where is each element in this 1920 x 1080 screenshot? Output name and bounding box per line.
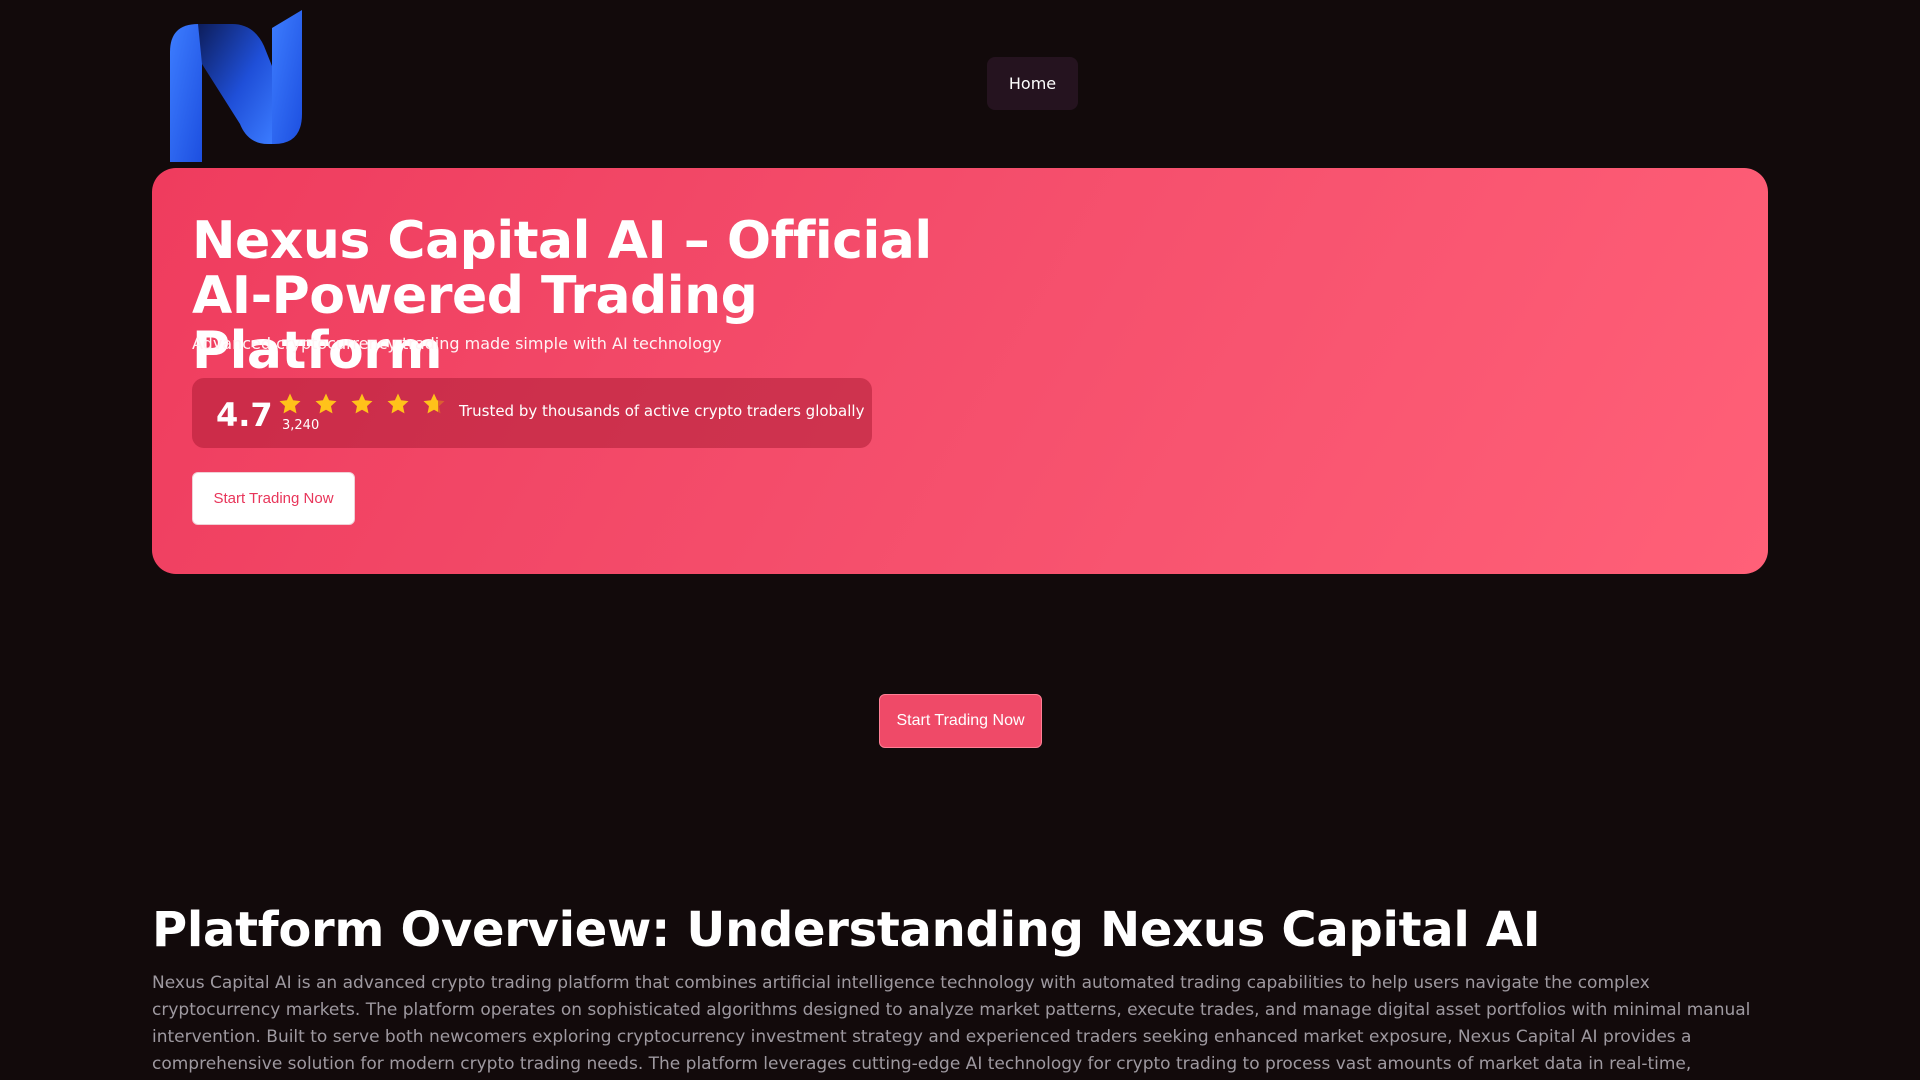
star-icon xyxy=(315,393,337,414)
nav-home-label: Home xyxy=(1008,74,1057,93)
hero-start-trading-button[interactable]: Start Trading Now xyxy=(192,472,355,525)
trust-text: Trusted by thousands of active crypto tr… xyxy=(459,402,865,420)
overview-title: Platform Overview: Understanding Nexus C… xyxy=(152,902,1541,958)
star-half-icon xyxy=(423,393,445,414)
start-trading-button[interactable]: Start Trading Now xyxy=(879,694,1042,748)
star-icon xyxy=(279,393,301,414)
star-icon xyxy=(387,393,409,414)
star-icon xyxy=(351,393,373,414)
rating-score: 4.7 xyxy=(216,396,273,434)
hero-title: Nexus Capital AI – Official AI-Powered T… xyxy=(192,211,932,381)
hero-banner: Nexus Capital AI – Official AI-Powered T… xyxy=(152,168,1768,574)
overview-text: Nexus Capital AI is an advanced crypto t… xyxy=(152,973,1751,1074)
page: Home Nexus Capital AI – Official AI-Powe… xyxy=(0,0,1920,1080)
hero-subtitle: Advanced cryptocurrency trading made sim… xyxy=(192,334,722,353)
rating-box: 4.7 3,240 Trusted by thousands of active… xyxy=(192,378,872,448)
n-logo-icon[interactable] xyxy=(168,6,304,162)
rating-stars xyxy=(278,392,446,416)
nav-home[interactable]: Home xyxy=(987,57,1078,110)
rating-count: 3,240 xyxy=(282,418,320,433)
